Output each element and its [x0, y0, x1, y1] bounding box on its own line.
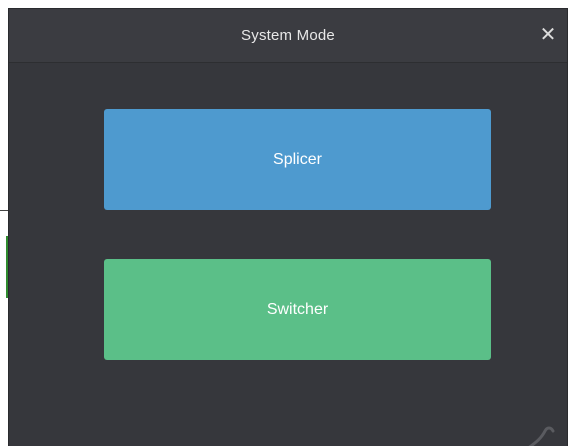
switcher-mode-button[interactable]: Switcher — [104, 259, 491, 360]
watermark-mark — [528, 426, 555, 446]
system-mode-dialog: System Mode ✕ Splicer Switcher — [8, 8, 568, 446]
screen: System Mode ✕ Splicer Switcher — [0, 0, 571, 446]
dialog-titlebar: System Mode ✕ — [9, 9, 567, 63]
dialog-title: System Mode — [241, 27, 335, 44]
splicer-mode-label: Splicer — [273, 150, 322, 168]
switcher-mode-label: Switcher — [266, 300, 329, 318]
dialog-body: Splicer Switcher — [9, 63, 567, 446]
close-icon[interactable]: ✕ — [537, 24, 559, 46]
splicer-mode-button[interactable]: Splicer — [104, 109, 491, 210]
background-edge-line — [0, 210, 8, 211]
